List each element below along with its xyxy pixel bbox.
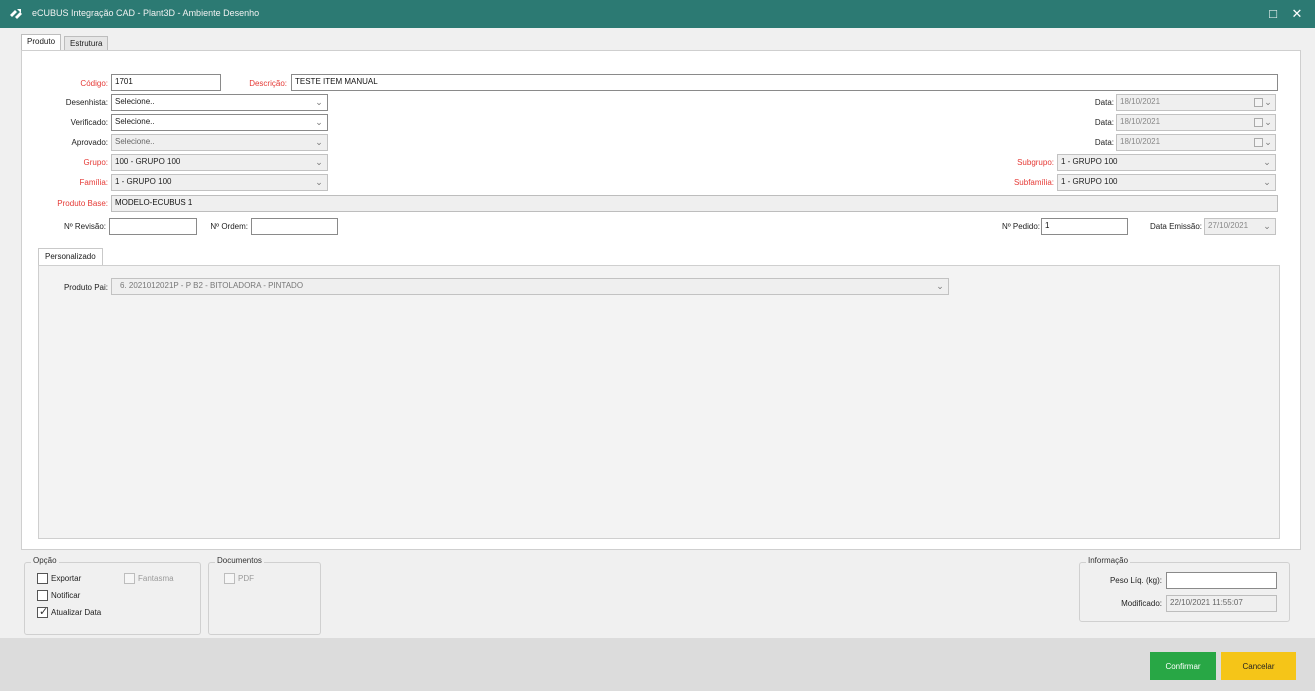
subfamilia-select[interactable]: 1 - GRUPO 100 ⌄: [1057, 174, 1276, 191]
app-logo-icon: [10, 9, 22, 19]
peso-input[interactable]: [1166, 572, 1277, 589]
verificado-label: Verificado:: [70, 118, 108, 127]
ordem-input[interactable]: [251, 218, 338, 235]
data-aprovado-value: 18/10/2021: [1120, 137, 1161, 146]
peso-label: Peso Líq. (kg):: [1109, 576, 1162, 585]
grupo-value: 100 - GRUPO 100: [115, 157, 181, 166]
desenhista-select[interactable]: Selecione.. ⌄: [111, 94, 328, 111]
aprovado-label: Aprovado:: [71, 138, 108, 147]
subgrupo-select[interactable]: 1 - GRUPO 100 ⌄: [1057, 154, 1276, 171]
revisao-input[interactable]: [109, 218, 197, 235]
opcao-group-title: Opção: [31, 556, 59, 565]
window-title: eCUBUS Integração CAD - Plant3D - Ambien…: [32, 8, 260, 18]
atualizar-data-checkbox[interactable]: ✓: [37, 606, 49, 618]
data-verificado-label: Data:: [1094, 118, 1114, 127]
pdf-checkbox[interactable]: [224, 573, 235, 584]
confirmar-button[interactable]: Confirmar: [1150, 652, 1216, 680]
data-aprovado-picker[interactable]: 18/10/2021 ⌄: [1116, 134, 1276, 151]
data-desenhista-value: 18/10/2021: [1120, 97, 1161, 106]
data-desenhista-picker[interactable]: 18/10/2021 ⌄: [1116, 94, 1276, 111]
verificado-value: Selecione..: [115, 117, 155, 126]
informacao-group-title: Informação: [1086, 556, 1131, 565]
chevron-down-icon: ⌄: [1263, 157, 1271, 167]
pdf-label: PDF: [238, 574, 254, 583]
aprovado-select[interactable]: Selecione.. ⌄: [111, 134, 328, 151]
data-emissao-picker[interactable]: 27/10/2021 ⌄: [1204, 218, 1276, 235]
chevron-down-icon: ⌄: [315, 177, 323, 187]
chevron-down-icon: ⌄: [1264, 97, 1272, 107]
chevron-down-icon: ⌄: [1264, 137, 1272, 147]
produto-base-label: Produto Base:: [57, 199, 108, 208]
chevron-down-icon: ⌄: [315, 117, 323, 127]
data-emissao-value: 27/10/2021: [1208, 221, 1249, 230]
fantasma-checkbox[interactable]: [124, 573, 135, 584]
footer-bar: [0, 638, 1315, 691]
produto-base-field: MODELO-ECUBUS 1: [111, 195, 1278, 212]
verificado-select[interactable]: Selecione.. ⌄: [111, 114, 328, 131]
window-titlebar: eCUBUS Integração CAD - Plant3D - Ambien…: [0, 0, 1315, 28]
exportar-label: Exportar: [51, 574, 82, 583]
modificado-label: Modificado:: [1121, 599, 1162, 608]
tab-estrutura[interactable]: Estrutura: [64, 36, 109, 51]
data-verificado-value: 18/10/2021: [1120, 117, 1161, 126]
chevron-down-icon: ⌄: [936, 281, 944, 291]
familia-label: Família:: [79, 178, 108, 187]
atualizar-data-label: Atualizar Data: [51, 608, 102, 617]
chevron-down-icon: ⌄: [1263, 177, 1271, 187]
descricao-input[interactable]: TESTE ITEM MANUAL: [291, 74, 1278, 91]
chevron-down-icon: ⌄: [1264, 117, 1272, 127]
close-icon[interactable]: ✕: [1288, 5, 1306, 23]
produto-pai-select[interactable]: 6. 2021012021P - P B2 - BITOLADORA - PIN…: [111, 278, 949, 295]
informacao-group: [1079, 562, 1290, 622]
produto-pai-label: Produto Pai:: [63, 283, 108, 292]
grupo-select[interactable]: 100 - GRUPO 100 ⌄: [111, 154, 328, 171]
documentos-group-title: Documentos: [215, 556, 264, 565]
ordem-label: Nº Ordem:: [210, 222, 248, 231]
subgrupo-label: Subgrupo:: [1017, 158, 1054, 167]
familia-select[interactable]: 1 - GRUPO 100 ⌄: [111, 174, 328, 191]
desenhista-value: Selecione..: [115, 97, 155, 106]
subfamilia-label: Subfamília:: [1013, 178, 1054, 187]
calendar-icon: [1254, 98, 1263, 107]
aprovado-value: Selecione..: [115, 137, 155, 146]
maximize-icon[interactable]: □: [1264, 5, 1282, 23]
tab-produto[interactable]: Produto: [21, 34, 62, 51]
exportar-checkbox[interactable]: [37, 573, 48, 584]
personalizado-panel: [38, 265, 1280, 539]
codigo-input[interactable]: 1701: [111, 74, 221, 91]
modificado-field: 22/10/2021 11:55:07: [1166, 595, 1277, 612]
data-desenhista-label: Data:: [1094, 98, 1114, 107]
pedido-label: Nº Pedido:: [1001, 222, 1040, 231]
notificar-checkbox[interactable]: [37, 590, 48, 601]
calendar-icon: [1254, 118, 1263, 127]
check-icon: ✓: [39, 606, 49, 618]
cancelar-button[interactable]: Cancelar: [1221, 652, 1296, 680]
calendar-icon: [1254, 138, 1263, 147]
tab-personalizado[interactable]: Personalizado: [38, 248, 103, 265]
grupo-label: Grupo:: [83, 158, 108, 167]
subgrupo-value: 1 - GRUPO 100: [1061, 157, 1118, 166]
revisao-label: Nº Revisão:: [63, 222, 106, 231]
chevron-down-icon: ⌄: [315, 137, 323, 147]
familia-value: 1 - GRUPO 100: [115, 177, 172, 186]
data-verificado-picker[interactable]: 18/10/2021 ⌄: [1116, 114, 1276, 131]
data-emissao-label: Data Emissão:: [1149, 222, 1202, 231]
subfamilia-value: 1 - GRUPO 100: [1061, 177, 1118, 186]
desenhista-label: Desenhista:: [65, 98, 108, 107]
notificar-label: Notificar: [51, 591, 81, 600]
produto-pai-value: 6. 2021012021P - P B2 - BITOLADORA - PIN…: [120, 281, 304, 290]
fantasma-label: Fantasma: [138, 574, 174, 583]
descricao-label: Descrição:: [249, 79, 287, 88]
pedido-input[interactable]: 1: [1041, 218, 1128, 235]
codigo-label: Código:: [80, 79, 108, 88]
data-aprovado-label: Data:: [1094, 138, 1114, 147]
chevron-down-icon: ⌄: [315, 157, 323, 167]
chevron-down-icon: ⌄: [315, 97, 323, 107]
chevron-down-icon: ⌄: [1263, 221, 1271, 231]
